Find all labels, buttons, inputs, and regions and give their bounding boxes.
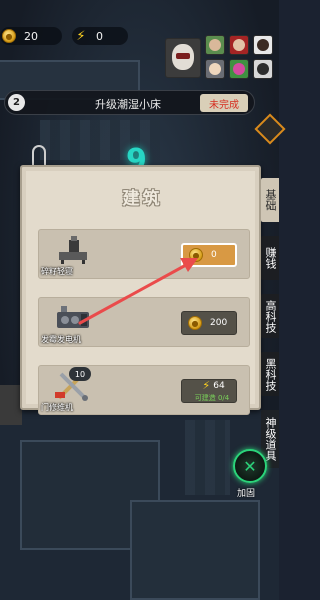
upgrade-cost-button[interactable]: ● 0 [181, 243, 237, 267]
reinforce-label: 加固 [237, 489, 256, 499]
cost-value: 64 [213, 380, 225, 391]
energy-counter: ⚡ 0 [72, 27, 128, 45]
energy-amount: 0 [96, 29, 103, 43]
player-avatar-2[interactable] [229, 35, 249, 55]
tab-basic[interactable]: 基础 [261, 178, 279, 222]
tab-black-tech[interactable]: 黑科技 [261, 352, 279, 396]
tab-high-tech[interactable]: 高科技 [261, 294, 279, 338]
player-avatar-1[interactable] [205, 35, 225, 55]
reinforce-button[interactable]: ✕ [233, 449, 267, 483]
coin-amount: 20 [24, 29, 38, 43]
task-status-badge[interactable]: 未完成 [200, 94, 248, 112]
player-avatar-5[interactable] [229, 59, 249, 79]
player-avatar-4[interactable] [205, 59, 225, 79]
task-number: 2 [8, 94, 25, 111]
bed-icon [53, 234, 93, 266]
coin-icon: ● [2, 29, 16, 43]
panel-title: 建筑 [122, 189, 163, 209]
lightning-icon: ⚡ [76, 28, 86, 44]
main-character-avatar[interactable] [165, 38, 201, 78]
generator-icon [53, 302, 93, 334]
lightning-icon: ⚡ [202, 379, 211, 392]
task-description: 升级潮湿小床 [95, 98, 161, 111]
upgrade-cost-button[interactable]: ● 200 [181, 311, 237, 335]
cost-value: 0 [211, 250, 217, 260]
task-bar[interactable]: 2 升级潮湿小床 未完成 [4, 90, 255, 115]
room-floor [130, 500, 260, 600]
player-avatar-6[interactable] [253, 59, 273, 79]
build-item-row: 碎籽轻寝 ● 0 [38, 229, 250, 279]
build-item-row: 10 门修维机 ⚡ 64 可建造 0/4 [38, 365, 250, 415]
coin-counter: ● 20 [0, 27, 62, 45]
coin-icon: ● [188, 316, 202, 330]
build-item-label: 发霉发电机 [41, 335, 81, 344]
build-item-row: 发霉发电机 ● 200 [38, 297, 250, 347]
item-level-badge: 10 [69, 367, 91, 381]
build-item-label: 碎籽轻寝 [41, 267, 73, 276]
build-panel: 建筑 碎籽轻寝 ● 0 发霉发电机 ● 200 10 门修维机 ⚡ 64 可建造… [20, 165, 261, 415]
wrench-icon: ✕ [243, 456, 257, 476]
player-avatar-3[interactable] [253, 35, 273, 55]
build-item-label: 门修维机 [41, 403, 73, 412]
tab-earn-money[interactable]: 赚钱 [261, 236, 279, 280]
upgrade-cost-button[interactable]: ⚡ 64 可建造 0/4 [181, 379, 237, 403]
build-condition: 可建造 0/4 [194, 394, 230, 402]
category-tabs: 基础 赚钱 高科技 黑科技 神级道具 [261, 178, 279, 482]
coin-icon: ● [189, 248, 203, 262]
locker [0, 385, 22, 425]
floor-tiles [185, 420, 230, 495]
cost-value: 200 [210, 318, 228, 328]
